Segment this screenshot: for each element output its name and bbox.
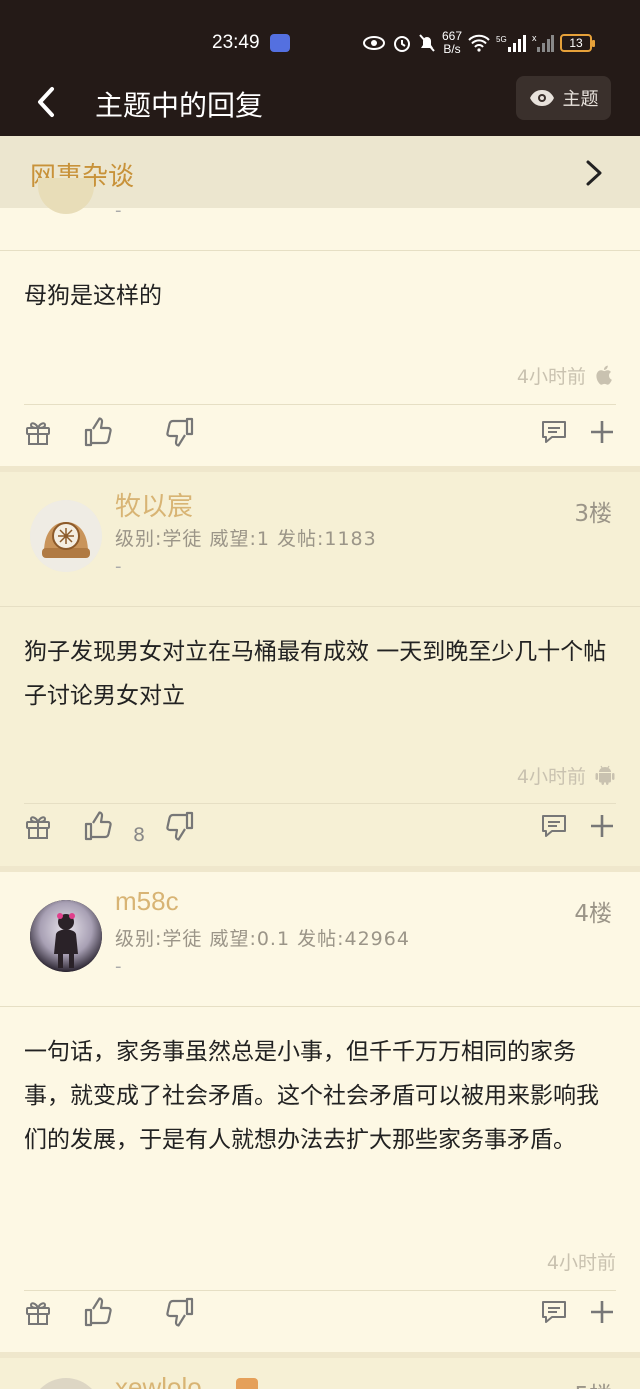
gift-button[interactable] bbox=[20, 808, 56, 844]
post-actions: 8 bbox=[0, 804, 640, 864]
thumbs-up-icon bbox=[84, 811, 112, 841]
thumbs-down-icon bbox=[166, 1297, 194, 1327]
comment-button[interactable] bbox=[536, 1294, 572, 1330]
user-dash: - bbox=[115, 956, 122, 977]
signal-5g-icon: 5G bbox=[496, 35, 527, 52]
user-badge-icon bbox=[236, 1378, 258, 1389]
alarm-icon bbox=[394, 36, 410, 52]
status-time: 23:49 bbox=[212, 32, 260, 53]
like-count: 8 bbox=[133, 824, 146, 846]
chevron-right-icon bbox=[586, 160, 602, 186]
top-app-bar: 主题中的回复 主题 bbox=[0, 70, 640, 136]
plus-icon bbox=[591, 421, 613, 443]
comment-button[interactable] bbox=[536, 414, 572, 450]
avatar[interactable] bbox=[30, 500, 102, 572]
chevron-left-icon bbox=[38, 87, 54, 117]
dislike-button[interactable] bbox=[162, 1294, 198, 1330]
divider bbox=[24, 404, 616, 405]
user-dash: - bbox=[115, 556, 122, 577]
user-info: 级别:学徒 威望:1 发帖:1183 bbox=[115, 528, 377, 550]
page-title: 主题中的回复 bbox=[95, 89, 264, 122]
comment-button[interactable] bbox=[536, 808, 572, 844]
post-content: 一句话，家务事虽然总是小事，但千千万万相同的家务事，就变成了社会矛盾。这个社会矛… bbox=[24, 1039, 599, 1153]
thumbs-down-icon bbox=[166, 811, 194, 841]
status-icons: 667 B/s 5G x 13 bbox=[362, 29, 596, 56]
thumbs-up-icon bbox=[84, 1297, 112, 1327]
post-content: 狗子发现男女对立在马桶最有成效 一天到晚至少几十个帖子讨论男女对立 bbox=[24, 639, 607, 709]
like-button[interactable] bbox=[80, 414, 116, 450]
signal-sim2-icon: x bbox=[532, 33, 555, 52]
avatar bbox=[38, 178, 94, 214]
avatar-image bbox=[30, 500, 102, 572]
user-dash: - bbox=[115, 200, 122, 221]
status-bar: 23:49 667 B/s 5G x 13 bbox=[0, 0, 640, 70]
back-button[interactable] bbox=[26, 82, 66, 122]
network-speed: 667 B/s bbox=[442, 29, 463, 56]
thumbs-down-icon bbox=[166, 417, 194, 447]
comment-icon bbox=[542, 1301, 566, 1323]
post-card: xewlolo 5楼 bbox=[0, 1358, 640, 1389]
like-button[interactable] bbox=[80, 1294, 116, 1330]
comment-icon bbox=[542, 815, 566, 837]
user-info: 级别:学徒 威望:0.1 发帖:42964 bbox=[115, 928, 410, 950]
eye-status-icon bbox=[363, 36, 385, 50]
plus-icon bbox=[591, 1301, 613, 1323]
battery-icon: 13 bbox=[560, 34, 596, 52]
avatar-image bbox=[30, 900, 102, 972]
post-card: m58c 级别:学徒 威望:0.1 发帖:42964 - 4楼 一句话，家务事虽… bbox=[0, 872, 640, 1352]
post-time: 4小时前 bbox=[516, 366, 586, 388]
more-button[interactable] bbox=[584, 1294, 620, 1330]
post-time: 4小时前 bbox=[516, 766, 586, 788]
post-time: 4小时前 bbox=[546, 1252, 616, 1274]
svg-text:x: x bbox=[532, 33, 537, 43]
username[interactable]: 牧以宸 bbox=[115, 486, 193, 523]
comment-icon bbox=[542, 421, 566, 443]
eye-icon bbox=[529, 90, 554, 106]
svg-text:5G: 5G bbox=[496, 35, 507, 44]
gift-icon bbox=[26, 1302, 50, 1325]
post-card: 牧以宸 级别:学徒 威望:1 发帖:1183 - 3楼 狗子发现男女对立在马桶最… bbox=[0, 472, 640, 866]
floor-number: 5楼 bbox=[574, 1376, 612, 1389]
gift-button[interactable] bbox=[20, 1294, 56, 1330]
plus-icon bbox=[591, 815, 613, 837]
username[interactable]: m58c bbox=[115, 886, 179, 917]
avatar[interactable] bbox=[30, 900, 102, 972]
dislike-button[interactable] bbox=[162, 414, 198, 450]
gift-icon bbox=[26, 816, 50, 839]
floor-number: 4楼 bbox=[574, 901, 612, 927]
post-actions bbox=[0, 1290, 640, 1350]
divider bbox=[0, 250, 640, 251]
android-icon bbox=[595, 765, 615, 785]
username[interactable]: xewlolo bbox=[115, 1372, 202, 1389]
mute-icon bbox=[419, 34, 435, 52]
dislike-button[interactable] bbox=[162, 808, 198, 844]
thumbs-up-icon bbox=[84, 417, 112, 447]
post-content: 母狗是这样的 bbox=[24, 283, 162, 309]
avatar[interactable] bbox=[30, 1378, 102, 1389]
post-actions bbox=[0, 406, 640, 466]
view-topic-label: 主题 bbox=[562, 89, 599, 110]
divider bbox=[0, 1006, 640, 1007]
view-topic-button[interactable]: 主题 bbox=[516, 76, 611, 120]
forum-breadcrumb[interactable]: 网事杂谈 bbox=[0, 136, 640, 208]
apple-icon bbox=[596, 365, 612, 385]
post-card: - 母狗是这样的 4小时前 bbox=[0, 178, 640, 466]
more-button[interactable] bbox=[584, 808, 620, 844]
more-button[interactable] bbox=[584, 414, 620, 450]
like-button[interactable] bbox=[80, 808, 116, 844]
gift-button[interactable] bbox=[20, 414, 56, 450]
divider bbox=[0, 606, 640, 607]
app-notification-icon bbox=[270, 34, 290, 52]
floor-number: 3楼 bbox=[574, 501, 612, 527]
wifi-icon bbox=[468, 34, 490, 52]
gift-icon bbox=[26, 422, 50, 445]
